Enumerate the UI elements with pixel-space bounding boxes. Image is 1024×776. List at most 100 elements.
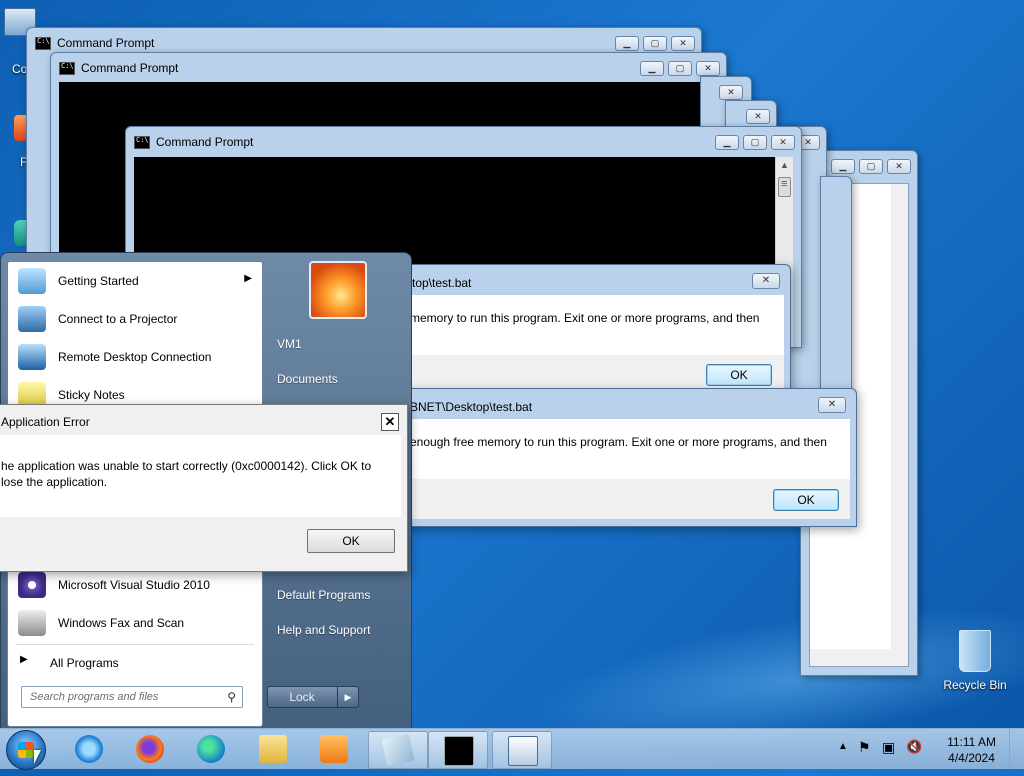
- firefox-icon: [136, 735, 164, 763]
- clock-date: 4/4/2024: [948, 751, 995, 765]
- system-tray: ▲ ⚑ ▣ 🔇 11:11 AM 4/4/2024: [834, 729, 1024, 769]
- horizontal-scrollbar[interactable]: [810, 649, 908, 666]
- getting-started-icon: [18, 268, 46, 294]
- taskbar-firefox[interactable]: [121, 731, 179, 767]
- all-programs-arrow-icon: ▶: [20, 654, 28, 665]
- program-visual-studio[interactable]: Microsoft Visual Studio 2010: [14, 568, 258, 602]
- projector-icon: [18, 306, 46, 332]
- menu-divider: [16, 644, 254, 645]
- window-title: Command Prompt: [81, 61, 179, 75]
- program-fax-scan[interactable]: Windows Fax and Scan: [14, 606, 258, 640]
- clock[interactable]: 11:11 AM 4/4/2024: [947, 734, 996, 766]
- program-remote-desktop[interactable]: Remote Desktop Connection: [14, 340, 258, 374]
- program-label: Connect to a Projector: [58, 312, 178, 326]
- notes-icon: [381, 733, 415, 767]
- media-player-icon: [320, 735, 348, 763]
- minimize-button[interactable]: ▁: [715, 135, 739, 150]
- maximize-button[interactable]: ▢: [668, 61, 692, 76]
- show-hidden-icons-icon[interactable]: ▲: [838, 741, 848, 752]
- maximize-button[interactable]: ▢: [859, 159, 883, 174]
- dialog-body: memory to run this program. Exit one or …: [404, 295, 784, 355]
- maximize-button[interactable]: ▢: [743, 135, 767, 150]
- dialog-title: BNET\Desktop\test.bat: [410, 400, 533, 414]
- menu-help-support[interactable]: Help and Support: [277, 623, 370, 637]
- all-programs[interactable]: ▶ All Programs: [14, 648, 258, 676]
- recycle-bin-icon: [959, 630, 991, 672]
- taskbar-app[interactable]: [492, 731, 552, 769]
- vertical-scrollbar[interactable]: [891, 184, 908, 649]
- program-label: Getting Started: [58, 274, 139, 288]
- error-dialog-1[interactable]: top\test.bat ✕ memory to run this progra…: [395, 264, 791, 390]
- minimize-button[interactable]: ▁: [640, 61, 664, 76]
- program-label: Microsoft Visual Studio 2010: [58, 578, 210, 592]
- cmd-window-back-7[interactable]: [820, 176, 852, 390]
- ok-button[interactable]: OK: [773, 489, 839, 511]
- search-placeholder: Search programs and files: [30, 691, 159, 703]
- dialog-message-line2: lose the application.: [1, 475, 108, 489]
- program-label: Windows Fax and Scan: [58, 616, 185, 630]
- close-button[interactable]: ✕: [771, 135, 795, 150]
- dialog-title: Application Error: [1, 415, 90, 429]
- close-button[interactable]: ✕: [746, 109, 770, 124]
- menu-documents[interactable]: Documents: [277, 372, 338, 386]
- dialog-message: enough free memory to run this program. …: [410, 435, 827, 449]
- folder-icon: [259, 735, 287, 763]
- close-button[interactable]: ✕: [887, 159, 911, 174]
- all-programs-label: All Programs: [50, 656, 119, 670]
- error-dialog-2[interactable]: BNET\Desktop\test.bat ✕ enough free memo…: [395, 388, 857, 527]
- fax-scan-icon: [18, 610, 46, 636]
- dialog-message: memory to run this program. Exit one or …: [410, 311, 760, 325]
- search-input[interactable]: Search programs and files ⚲: [21, 686, 243, 708]
- taskbar-media-player[interactable]: [305, 731, 363, 767]
- maximize-button[interactable]: ▢: [643, 36, 667, 51]
- scroll-up-icon[interactable]: ▲: [776, 157, 793, 174]
- close-button[interactable]: ✕: [671, 36, 695, 51]
- menu-default-programs[interactable]: Default Programs: [277, 588, 370, 602]
- remote-desktop-icon: [18, 344, 46, 370]
- program-connect-projector[interactable]: Connect to a Projector: [14, 302, 258, 336]
- window-title: Command Prompt: [57, 36, 155, 50]
- taskbar-cmd[interactable]: [428, 731, 488, 769]
- close-button[interactable]: ✕: [818, 397, 846, 413]
- taskbar-edge[interactable]: [182, 731, 240, 767]
- dialog-body: he application was unable to start corre…: [0, 435, 401, 517]
- program-label: Sticky Notes: [58, 388, 125, 402]
- taskbar-explorer[interactable]: [244, 731, 302, 767]
- show-desktop-button[interactable]: [1009, 729, 1024, 769]
- mouse-cursor-icon: [34, 750, 41, 764]
- visual-studio-icon: [18, 572, 46, 598]
- close-button[interactable]: ✕: [752, 273, 780, 289]
- taskbar-ie[interactable]: [60, 731, 118, 767]
- title-bar[interactable]: Command Prompt ▁ ▢ ✕: [126, 127, 801, 157]
- title-bar[interactable]: Command Prompt ▁ ▢ ✕: [51, 53, 726, 83]
- close-button[interactable]: ✕: [696, 61, 720, 76]
- lock-button[interactable]: Lock ▶: [267, 686, 359, 708]
- program-getting-started[interactable]: Getting Started ▶: [14, 264, 258, 298]
- shutdown-options-arrow-icon[interactable]: ▶: [337, 687, 358, 707]
- program-label: Remote Desktop Connection: [58, 350, 212, 364]
- minimize-button[interactable]: ▁: [615, 36, 639, 51]
- application-error-dialog[interactable]: Application Error ✕ he application was u…: [0, 404, 408, 572]
- menu-user-vm1[interactable]: VM1: [277, 337, 302, 351]
- cmd-icon: [59, 62, 75, 75]
- ok-button[interactable]: OK: [307, 529, 395, 553]
- submenu-arrow-icon: ▶: [244, 273, 252, 284]
- close-button[interactable]: ✕: [381, 413, 399, 431]
- scroll-thumb[interactable]: [778, 177, 791, 197]
- dialog-title: top\test.bat: [412, 276, 472, 290]
- desktop-icon-recycle-bin[interactable]: Recycle Bin: [940, 630, 1010, 692]
- close-button[interactable]: ✕: [719, 85, 743, 100]
- taskbar-sticky[interactable]: [368, 731, 428, 769]
- window-app-icon: [508, 736, 538, 766]
- clock-time: 11:11 AM: [947, 735, 996, 749]
- cmd-icon: [444, 736, 474, 766]
- window-title: Command Prompt: [156, 135, 254, 149]
- network-icon[interactable]: ▣: [882, 739, 895, 756]
- volume-muted-icon[interactable]: 🔇: [906, 739, 922, 755]
- ok-button[interactable]: OK: [706, 364, 772, 386]
- dialog-message-line1: he application was unable to start corre…: [1, 459, 372, 473]
- cmd-icon: [134, 136, 150, 149]
- user-picture[interactable]: [309, 261, 367, 319]
- minimize-button[interactable]: ▁: [831, 159, 855, 174]
- action-center-flag-icon[interactable]: ⚑: [858, 739, 871, 756]
